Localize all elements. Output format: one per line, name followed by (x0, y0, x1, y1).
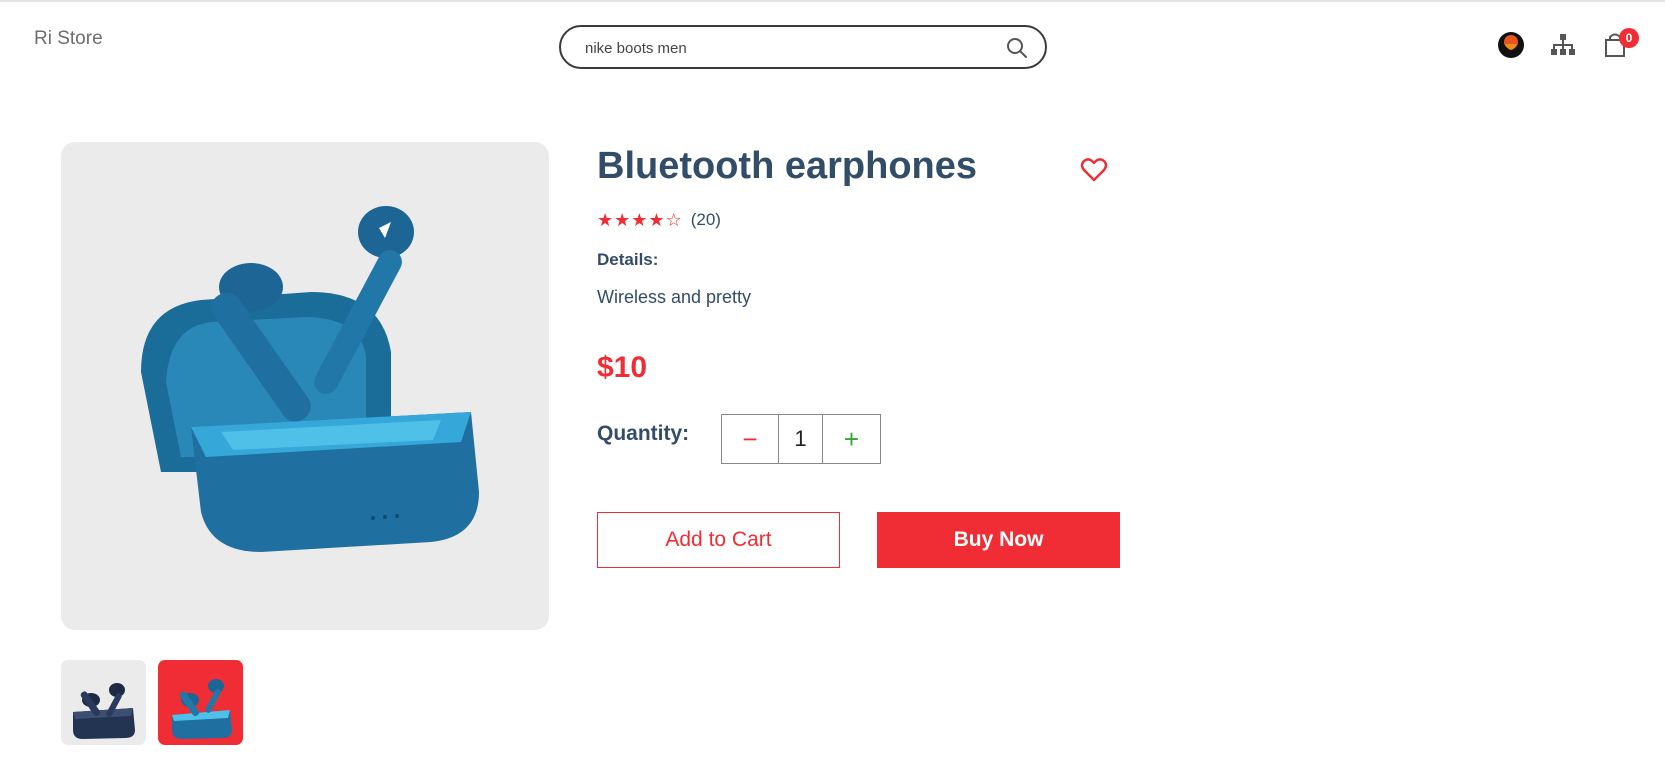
product-main-image (61, 142, 549, 630)
search-input[interactable] (585, 36, 985, 60)
review-count: (20) (690, 210, 721, 229)
product-price: $10 (597, 351, 648, 384)
thumbnail-blue-earbuds-selected[interactable] (158, 660, 243, 745)
product-description: Wireless and pretty (597, 287, 752, 307)
search-bar[interactable] (559, 25, 1047, 69)
top-divider (0, 0, 1665, 2)
buy-now-button[interactable]: Buy Now (877, 512, 1120, 568)
thumbnail-image-1 (73, 683, 135, 739)
details-heading: Details: (597, 250, 659, 269)
user-avatar-icon[interactable] (1496, 30, 1526, 60)
star-filled-icon: ★ (614, 210, 631, 230)
earbuds-case-illustration (141, 206, 479, 552)
thumbnail-image-2 (172, 679, 232, 739)
heart-icon[interactable] (1080, 156, 1108, 184)
add-to-cart-button[interactable]: Add to Cart (597, 512, 840, 568)
store-logo[interactable]: Ri Store (34, 28, 103, 50)
decrease-quantity-button[interactable]: − (722, 415, 779, 463)
search-icon[interactable] (1005, 36, 1029, 60)
star-filled-icon: ★ (597, 210, 614, 230)
star-empty-icon: ☆ (665, 210, 682, 230)
quantity-value: 1 (779, 415, 823, 463)
cart-count-badge: 0 (1619, 28, 1639, 48)
quantity-stepper: − 1 + (721, 414, 881, 464)
star-filled-icon: ★ (631, 210, 648, 230)
increase-quantity-button[interactable]: + (823, 415, 880, 463)
star-filled-icon: ★ (648, 210, 665, 230)
quantity-label: Quantity: (597, 422, 690, 445)
product-rating: ★ ★ ★ ★ ☆ (20) (597, 210, 721, 230)
product-title: Bluetooth earphones (597, 145, 978, 187)
thumbnail-dark-earbuds[interactable] (61, 660, 146, 745)
sitemap-icon[interactable] (1548, 30, 1578, 60)
